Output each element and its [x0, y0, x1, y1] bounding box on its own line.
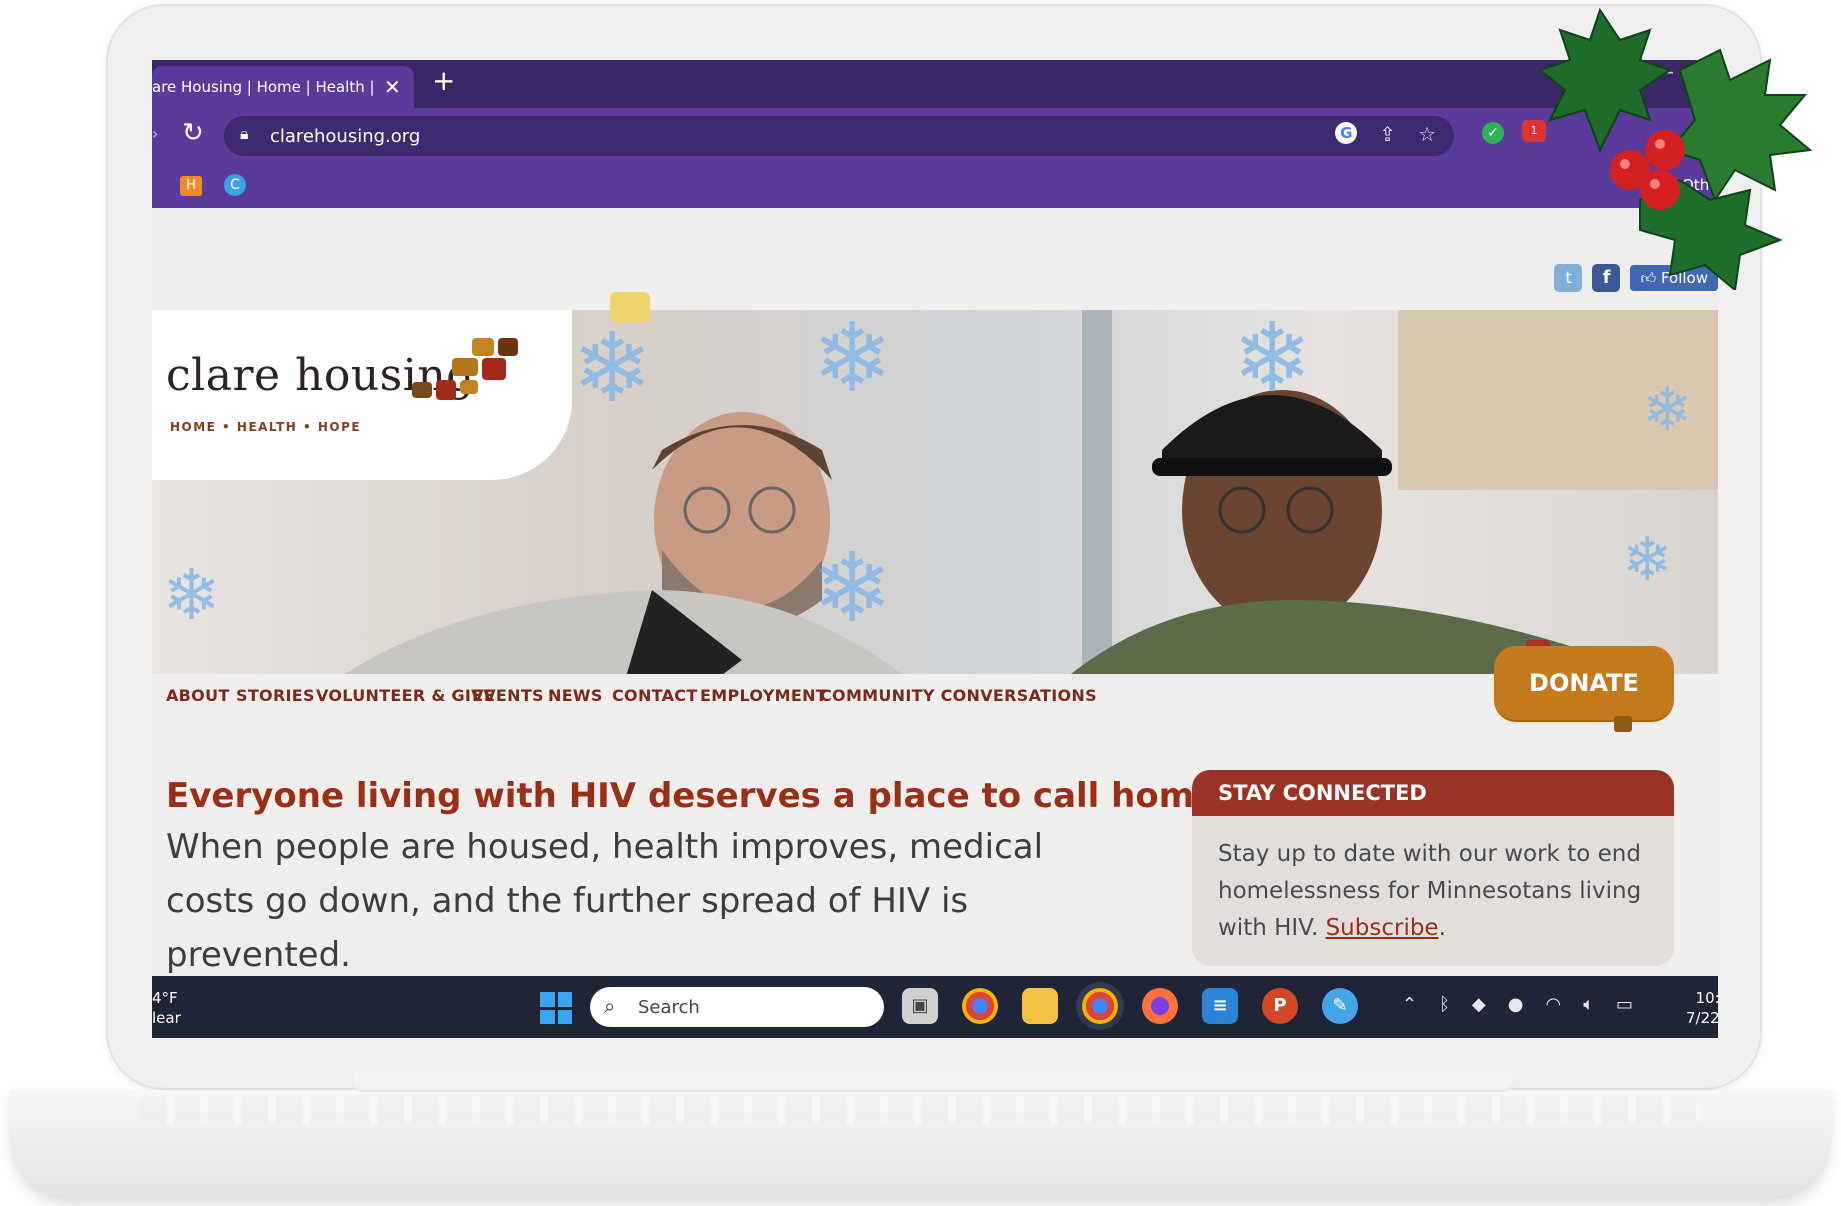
dropbox-icon[interactable]: ◆	[1472, 994, 1486, 1015]
chrome-profile-icon[interactable]	[1082, 988, 1118, 1024]
page-headline: Everyone living with HIV deserves a plac…	[166, 776, 1231, 816]
laptop-screen: are Housing | Home | Health | H ✕ + — › …	[152, 60, 1718, 1038]
share-icon[interactable]: ⇪	[1379, 122, 1396, 146]
windows-start-icon[interactable]	[540, 992, 572, 1024]
snowflake-icon: ❄	[812, 532, 893, 644]
page-subhead: When people are housed, health improves,…	[166, 827, 1044, 975]
browser-tab[interactable]: are Housing | Home | Health | H ✕	[152, 66, 414, 108]
clock-time: 10:	[1695, 989, 1718, 1007]
task-view-icon[interactable]: ▣	[902, 988, 938, 1024]
chevron-up-icon[interactable]: ⌃	[1402, 994, 1417, 1015]
nav-events[interactable]: EVENTS	[472, 686, 544, 705]
browser-toolbar: › ↻ 🔒︎ clarehousing.org G ⇪ ☆ ✓ 1	[152, 108, 1718, 164]
logo-brick	[460, 380, 478, 394]
firefox-icon[interactable]	[1142, 988, 1178, 1024]
weather-condition: lear	[152, 1009, 181, 1027]
volume-icon[interactable]: 🔈︎	[1583, 994, 1594, 1015]
nav-news[interactable]: NEWS	[548, 686, 603, 705]
snowflake-icon: ❄	[1622, 525, 1673, 595]
close-icon[interactable]: ✕	[384, 66, 401, 108]
web-page: t f 👍︎ Follow ❄ ❄ ❄ ❄ ❄ ❄ ❄ clare housin…	[152, 208, 1718, 976]
stay-connected-card: STAY CONNECTED Stay up to date with our …	[1192, 770, 1674, 966]
logo-brick	[436, 380, 456, 400]
donate-button[interactable]: DONATE	[1494, 646, 1674, 720]
taskbar-search[interactable]: ⌕ Search	[590, 987, 884, 1027]
donate-decoration	[1614, 716, 1632, 732]
search-icon: ⌕	[604, 994, 616, 1018]
nav-volunteer-give[interactable]: VOLUNTEER & GIVE	[316, 686, 495, 705]
nav-contact[interactable]: CONTACT	[612, 686, 698, 705]
app-tray-icon[interactable]: ●	[1508, 994, 1524, 1015]
weather-widget[interactable]: 4°F lear	[152, 988, 181, 1028]
logo-card[interactable]: clare housing HOME • HEALTH • HOPE	[152, 310, 572, 480]
url-text[interactable]: clarehousing.org	[270, 126, 420, 147]
logo-brick	[498, 338, 518, 356]
bluetooth-icon[interactable]: ᛒ	[1439, 994, 1450, 1015]
notepad-icon[interactable]: ≡	[1202, 988, 1238, 1024]
laptop-notch	[352, 1072, 1514, 1092]
bookmarks-bar: H C Oth	[152, 164, 1718, 208]
nav-about[interactable]: ABOUT	[166, 686, 230, 705]
snowflake-icon: ❄	[572, 312, 653, 424]
tab-title: are Housing | Home | Health | H	[152, 78, 378, 96]
logo-brick	[452, 358, 478, 376]
stay-connected-title: STAY CONNECTED	[1192, 770, 1674, 816]
new-tab-button[interactable]: +	[432, 64, 455, 97]
snowflake-icon: ❄	[1232, 310, 1313, 414]
chrome-icon[interactable]	[962, 988, 998, 1024]
main-nav: ABOUT STORIES VOLUNTEER & GIVE EVENTS NE…	[152, 674, 1718, 716]
logo-brick	[472, 338, 494, 356]
stay-connected-body: Stay up to date with our work to end hom…	[1192, 816, 1674, 947]
weather-temp: 4°F	[152, 989, 178, 1007]
decorative-dot	[610, 292, 650, 322]
bookmark-c-icon[interactable]: C	[224, 174, 246, 196]
star-icon[interactable]: ☆	[1418, 122, 1436, 146]
hero-person-right	[1071, 390, 1652, 674]
check-extension-icon[interactable]: ✓	[1482, 122, 1504, 144]
powerpoint-icon[interactable]: P	[1262, 988, 1298, 1024]
laptop-keyboard	[140, 1096, 1700, 1124]
snowflake-icon: ❄	[1642, 375, 1693, 445]
paint-icon[interactable]: ✎	[1322, 988, 1358, 1024]
snowflake-icon: ❄	[162, 554, 221, 636]
battery-icon[interactable]: ▭	[1616, 994, 1633, 1015]
browser-tabbar: are Housing | Home | Health | H ✕ + —	[152, 60, 1718, 108]
subscribe-link[interactable]: Subscribe	[1326, 915, 1439, 941]
wifi-icon[interactable]: ◠	[1545, 994, 1561, 1015]
os-taskbar: 4°F lear ⌕ Search ▣ ≡ P ✎ ⌃ ᛒ ◆ ● ◠ 🔈︎ ▭…	[152, 976, 1718, 1038]
logo-brick	[412, 382, 432, 398]
reload-icon[interactable]: ↻	[182, 118, 204, 148]
forward-icon[interactable]: ›	[152, 124, 158, 143]
clock-date: 7/22	[1686, 1009, 1718, 1027]
search-placeholder: Search	[638, 997, 700, 1018]
nav-employment[interactable]: EMPLOYMENT	[700, 686, 827, 705]
google-icon[interactable]: G	[1335, 122, 1358, 144]
stay-connected-period: .	[1438, 915, 1446, 941]
address-bar[interactable]: 🔒︎ clarehousing.org G ⇪ ☆	[224, 116, 1454, 156]
file-explorer-icon[interactable]	[1022, 988, 1058, 1024]
logo-tagline: HOME • HEALTH • HOPE	[170, 420, 362, 434]
hero-image: ❄ ❄ ❄ ❄ ❄ ❄ ❄ clare housing HOME • HEALT…	[152, 310, 1718, 674]
taskbar-clock[interactable]: 10: 7/22	[1686, 988, 1718, 1028]
system-tray: ⌃ ᛒ ◆ ● ◠ 🔈︎ ▭	[1402, 994, 1633, 1015]
nav-stories[interactable]: STORIES	[236, 686, 315, 705]
nav-community-conversations[interactable]: COMMUNITY CONVERSATIONS	[820, 686, 1097, 705]
snowflake-icon: ❄	[812, 310, 893, 414]
bookmark-h-icon[interactable]: H	[180, 176, 202, 196]
logo-brick	[482, 358, 506, 380]
holly-decoration	[1537, 7, 1813, 290]
lock-icon: 🔒︎	[240, 124, 249, 143]
